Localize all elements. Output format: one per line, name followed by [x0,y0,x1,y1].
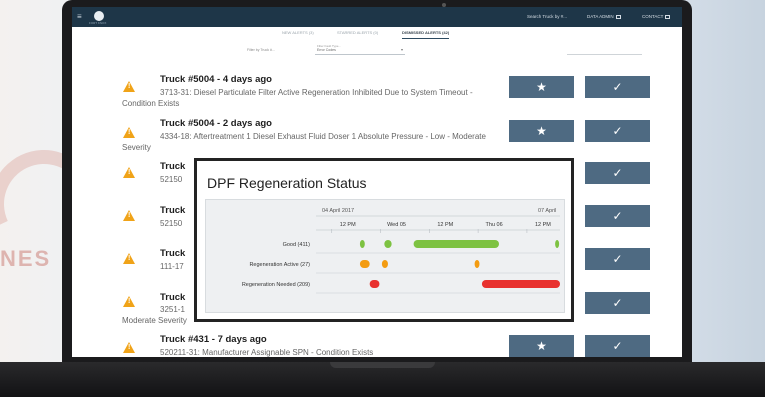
search-field-underline[interactable] [567,54,642,55]
dismiss-button[interactable]: ✓ [585,120,650,142]
check-icon: ✓ [612,166,623,180]
alert-age: - 4 days ago [214,74,272,85]
alert-description: 52150 [160,219,183,228]
star-button[interactable]: ★ [509,76,574,98]
alert-description: 52150 [160,175,183,184]
star-icon: ★ [536,339,547,353]
chart-event-bar [384,240,392,248]
check-icon: ✓ [612,339,623,353]
app-screen: ≡ FORT KNOX Search Truck by #... DATA AD… [72,7,682,357]
dismiss-button[interactable]: ✓ [585,335,650,357]
popup-title: DPF Regeneration Status [207,175,367,191]
contact-link[interactable]: CONTACT [642,14,671,19]
alert-title[interactable]: Truck #5004 - 4 days ago [160,74,272,85]
logo-text: FORT KNOX [89,21,107,25]
alert-severity: Moderate Severity [122,316,187,325]
star-button[interactable]: ★ [509,335,574,357]
alert-description: 3713-31: Diesel Particulate Filter Activ… [122,88,473,108]
warning-icon: ! [123,167,135,178]
fault-type-value: Error Codes [317,48,336,52]
user-icon [615,15,621,19]
check-icon: ✓ [612,296,623,310]
user-menu-label: DATA ADMIN [587,14,614,19]
check-icon: ✓ [612,209,623,223]
alert-description: 3251-1 [160,305,185,314]
alert-title[interactable]: Truck #431 - 7 days ago [160,334,267,345]
chart-event-bar [481,280,560,288]
check-icon: ✓ [612,124,623,138]
dismiss-button[interactable]: ✓ [585,205,650,227]
warning-icon: ! [123,296,135,307]
star-button[interactable]: ★ [509,120,574,142]
chart-time-label: 12 PM [340,222,356,228]
alert-truck: Truck #5004 [160,118,215,129]
tab-dismissed-alerts[interactable]: DISMISSED ALERTS (42) [402,28,450,39]
dpf-status-popup: DPF Regeneration Status 04 April 2017 07 … [194,158,574,322]
alert-description: 4334-18: Aftertreatment 1 Diesel Exhaust… [122,132,486,152]
chart-time-label: 12 PM [437,222,453,228]
laptop-notch [330,362,435,368]
dismiss-button[interactable]: ✓ [585,162,650,184]
truck-search-label: Search Truck by #... [527,14,568,19]
chart-event-bar [413,240,499,248]
chart-time-label: 12 PM [535,222,551,228]
laptop-base [0,362,765,397]
chart-event-bar [555,240,560,248]
chart-event-bar [369,280,380,288]
alert-title[interactable]: Truck [160,248,185,259]
alert-title[interactable]: Truck #5004 - 2 days ago [160,118,272,129]
chart-series-label: Regeneration Needed (209) [242,282,310,288]
chart-series-label: Regeneration Active (27) [249,262,310,268]
alert-title[interactable]: Truck [160,205,185,216]
chart-date-label: 04 April 2017 [322,208,354,214]
warning-icon: ! [123,210,135,221]
app-header: ≡ FORT KNOX Search Truck by #... DATA AD… [72,7,682,27]
background-brand-text: NES [0,246,52,271]
chart-series-label: Good (411) [283,242,311,248]
dpf-timeline-chart: 04 April 2017 07 April 12 PM Wed 05 12 PM Thu… [205,199,565,313]
warning-icon: ! [123,342,135,353]
alert-truck: Truck #431 [160,334,210,345]
user-menu[interactable]: DATA ADMIN [587,14,621,19]
chart-event-bar [474,260,480,268]
timeline-svg: 04 April 2017 07 April 12 PM Wed 05 12 PM Thu… [242,208,560,294]
alert-age: - 2 days ago [214,118,272,129]
alert-description: 111-17 [160,262,184,271]
chart-event-bar [359,260,370,268]
chart-time-label: Wed 05 [387,222,406,228]
tab-new-alerts[interactable]: NEW ALERTS (3) [282,28,314,38]
chart-event-bar [359,240,365,248]
menu-icon[interactable]: ≡ [77,13,84,21]
dismiss-button[interactable]: ✓ [585,76,650,98]
alert-truck: Truck #5004 [160,74,215,85]
check-icon: ✓ [612,80,623,94]
star-icon: ★ [536,124,547,138]
alert-description: 520211-31: Manufacturer Assignable SPN -… [160,348,374,357]
chart-time-label: Thu 06 [486,222,503,228]
truck-search[interactable]: Search Truck by #... [527,14,567,19]
alert-age: - 7 days ago [209,334,267,345]
dismiss-button[interactable]: ✓ [585,292,650,314]
mail-icon [665,15,671,19]
alert-title[interactable]: Truck [160,292,185,303]
chart-event-bar [381,260,388,268]
chart-date-label: 07 April [538,208,556,214]
star-icon: ★ [536,80,547,94]
contact-label: CONTACT [642,14,664,19]
chevron-down-icon: ▾ [400,47,403,52]
tab-starred-alerts[interactable]: STARRED ALERTS (0) [337,28,378,38]
alert-title[interactable]: Truck [160,161,185,172]
check-icon: ✓ [612,252,623,266]
fault-type-select[interactable]: Filter Fault Type... Error Codes ▾ [315,44,405,55]
truck-filter-input[interactable]: Filter by Truck #... [247,48,275,52]
dismiss-button[interactable]: ✓ [585,248,650,270]
warning-icon: ! [123,253,135,264]
